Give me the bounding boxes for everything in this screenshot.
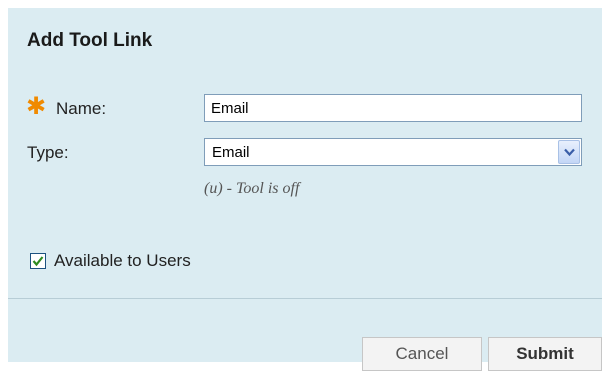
type-label: Type:: [27, 143, 69, 162]
chevron-down-icon: [564, 148, 575, 157]
type-row: Type: Email: [8, 135, 602, 175]
cancel-button[interactable]: Cancel: [362, 337, 482, 371]
available-row: Available to Users: [8, 246, 602, 276]
dialog-title: Add Tool Link: [27, 30, 153, 51]
name-row: ✱ Name:: [8, 91, 602, 131]
type-select[interactable]: Email: [204, 138, 582, 166]
submit-button[interactable]: Submit: [488, 337, 602, 371]
dialog-footer: Cancel Submit: [8, 299, 602, 371]
name-input[interactable]: [204, 94, 582, 122]
name-label: Name:: [56, 99, 107, 118]
available-checkbox[interactable]: [30, 253, 46, 269]
dropdown-button[interactable]: [558, 140, 580, 164]
type-select-value: Email: [212, 144, 250, 161]
available-label[interactable]: Available to Users: [54, 251, 191, 271]
add-tool-link-dialog: Add Tool Link ✱ Name: Type: Email (u) - …: [8, 8, 602, 371]
asterisk-icon: ✱: [26, 93, 47, 120]
checkmark-icon: [32, 256, 44, 267]
type-hint: (u) - Tool is off: [204, 180, 300, 197]
